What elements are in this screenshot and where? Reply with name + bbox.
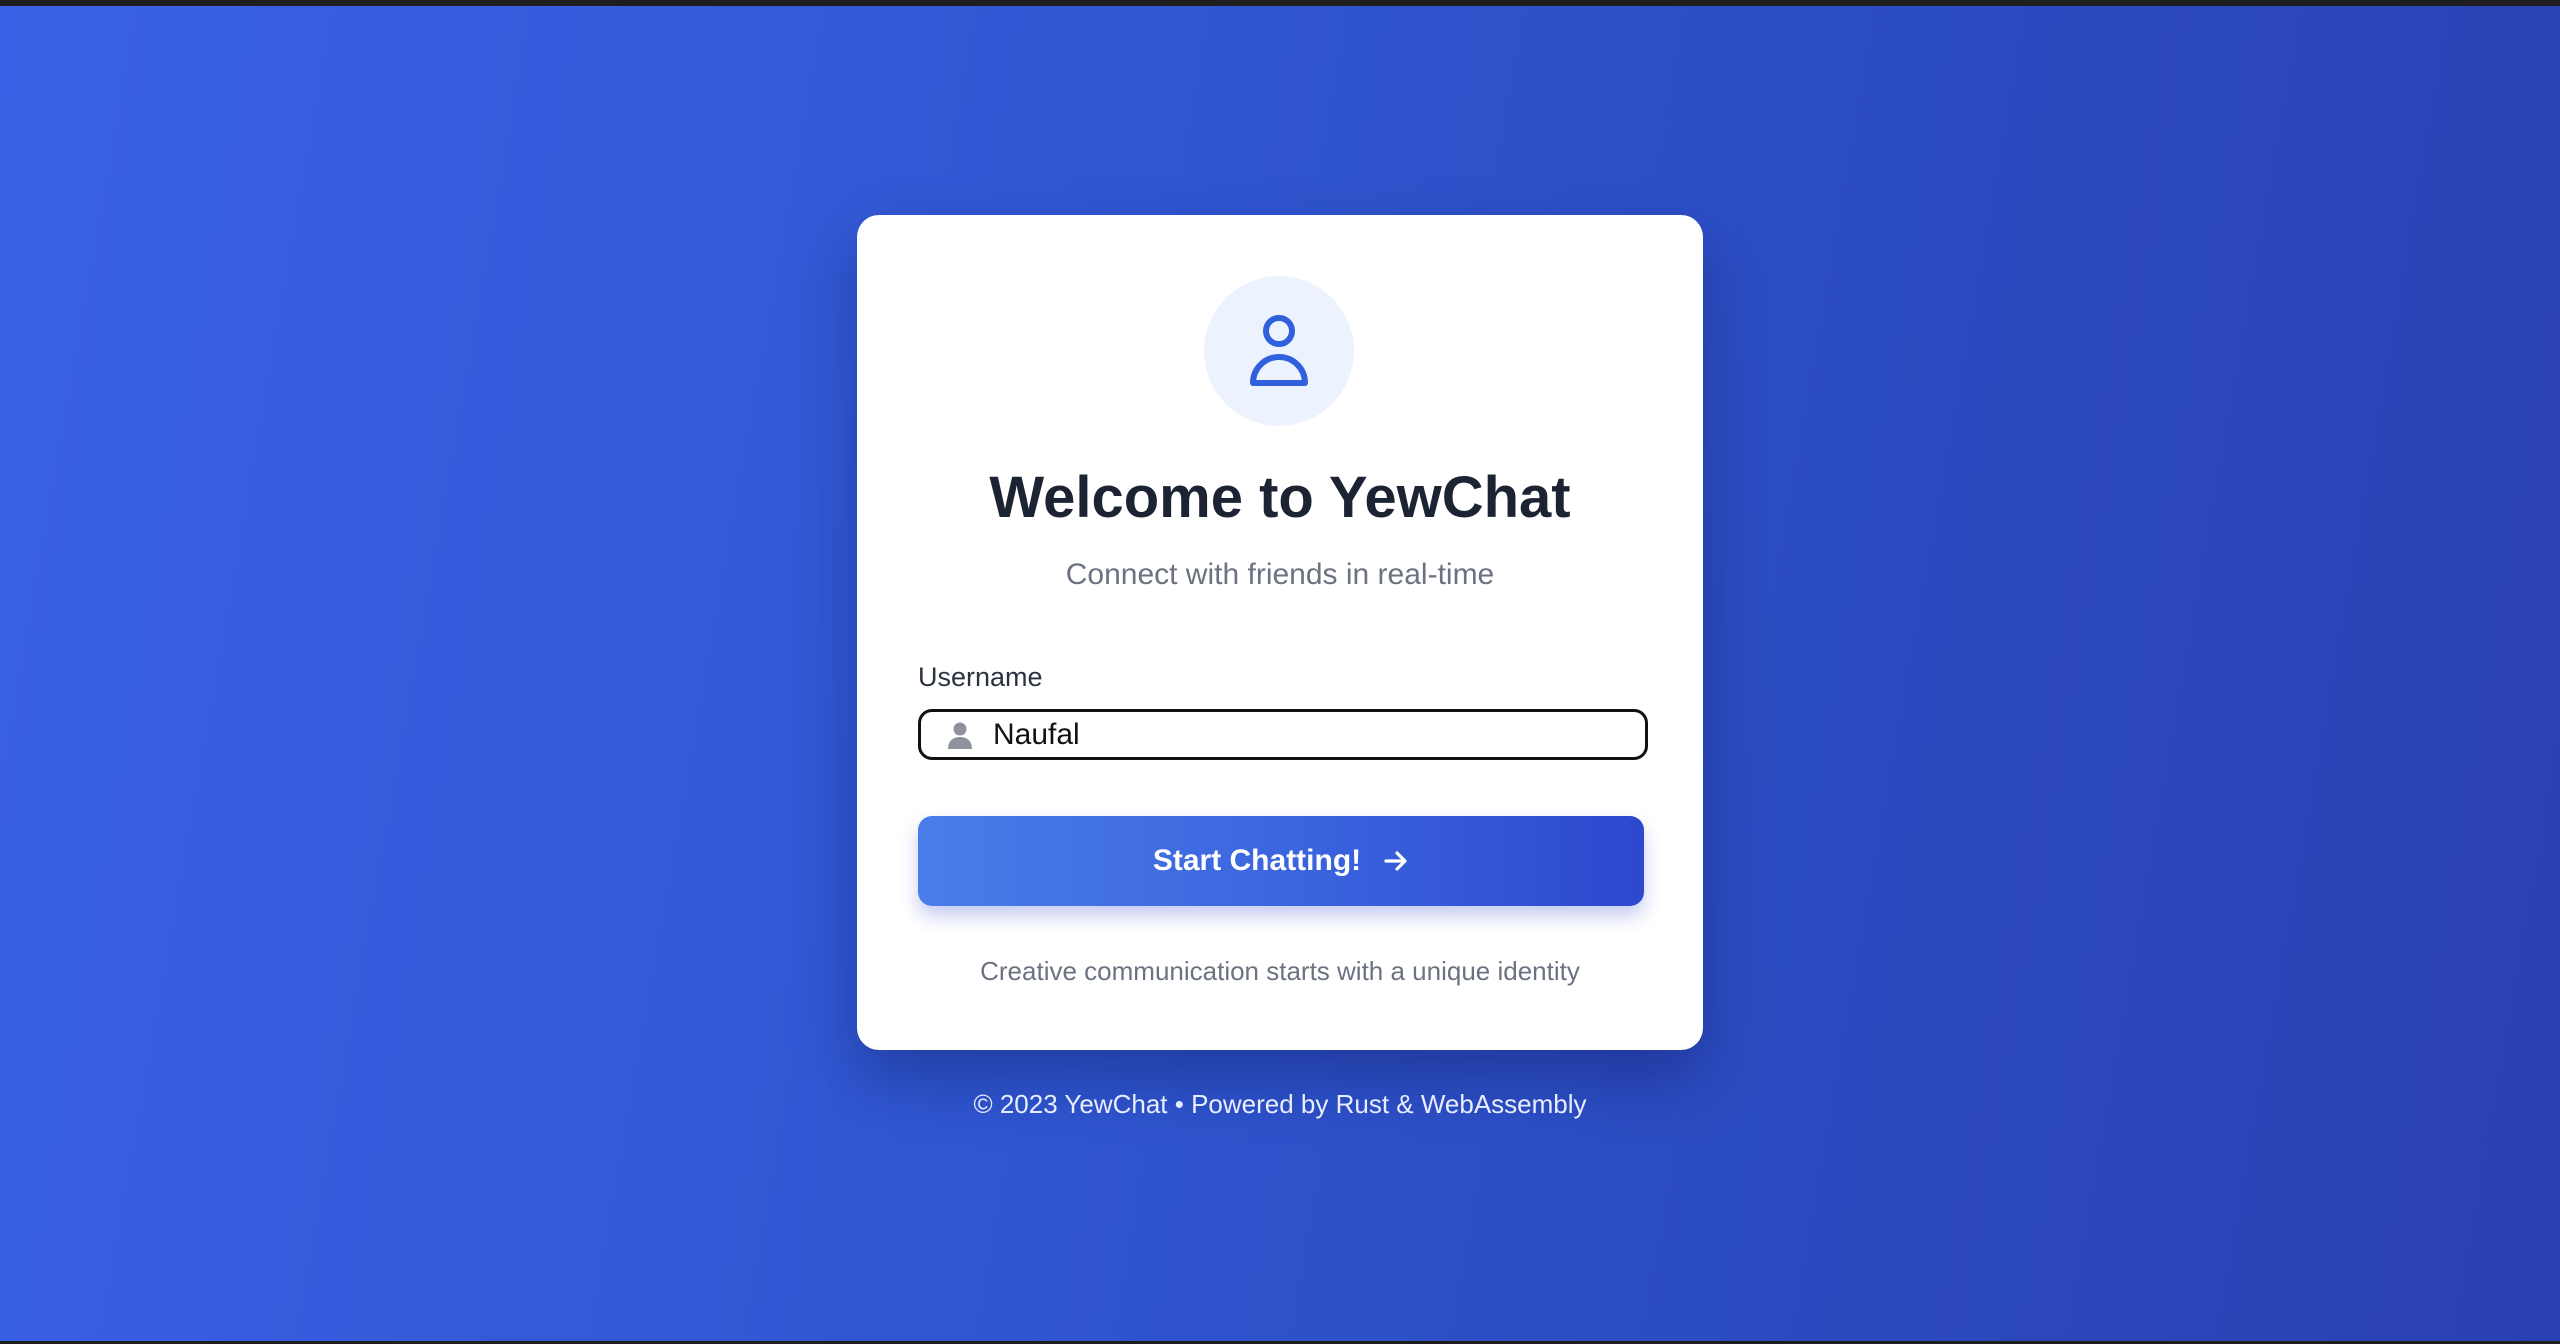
start-chatting-button[interactable]: Start Chatting!: [918, 816, 1644, 906]
arrow-right-icon: [1384, 851, 1407, 871]
start-chatting-label: Start Chatting!: [1152, 844, 1362, 877]
username-field-container[interactable]: [918, 709, 1648, 760]
user-input-icon: [948, 722, 972, 749]
page-subtitle: Connect with friends in real-time: [1065, 558, 1495, 591]
username-label: Username: [918, 662, 1043, 692]
footer-text: © 2023 YewChat • Powered by Rust & WebAs…: [973, 1089, 1587, 1119]
avatar: [1204, 276, 1354, 426]
page-title: Welcome to YewChat: [989, 465, 1571, 530]
page-background: Welcome to YewChat Connect with friends …: [0, 6, 2560, 1341]
login-card: Welcome to YewChat Connect with friends …: [857, 215, 1703, 1050]
user-icon: [1250, 315, 1308, 386]
username-input[interactable]: [993, 712, 1633, 757]
identity-hint: Creative communication starts with a uni…: [980, 956, 1580, 986]
